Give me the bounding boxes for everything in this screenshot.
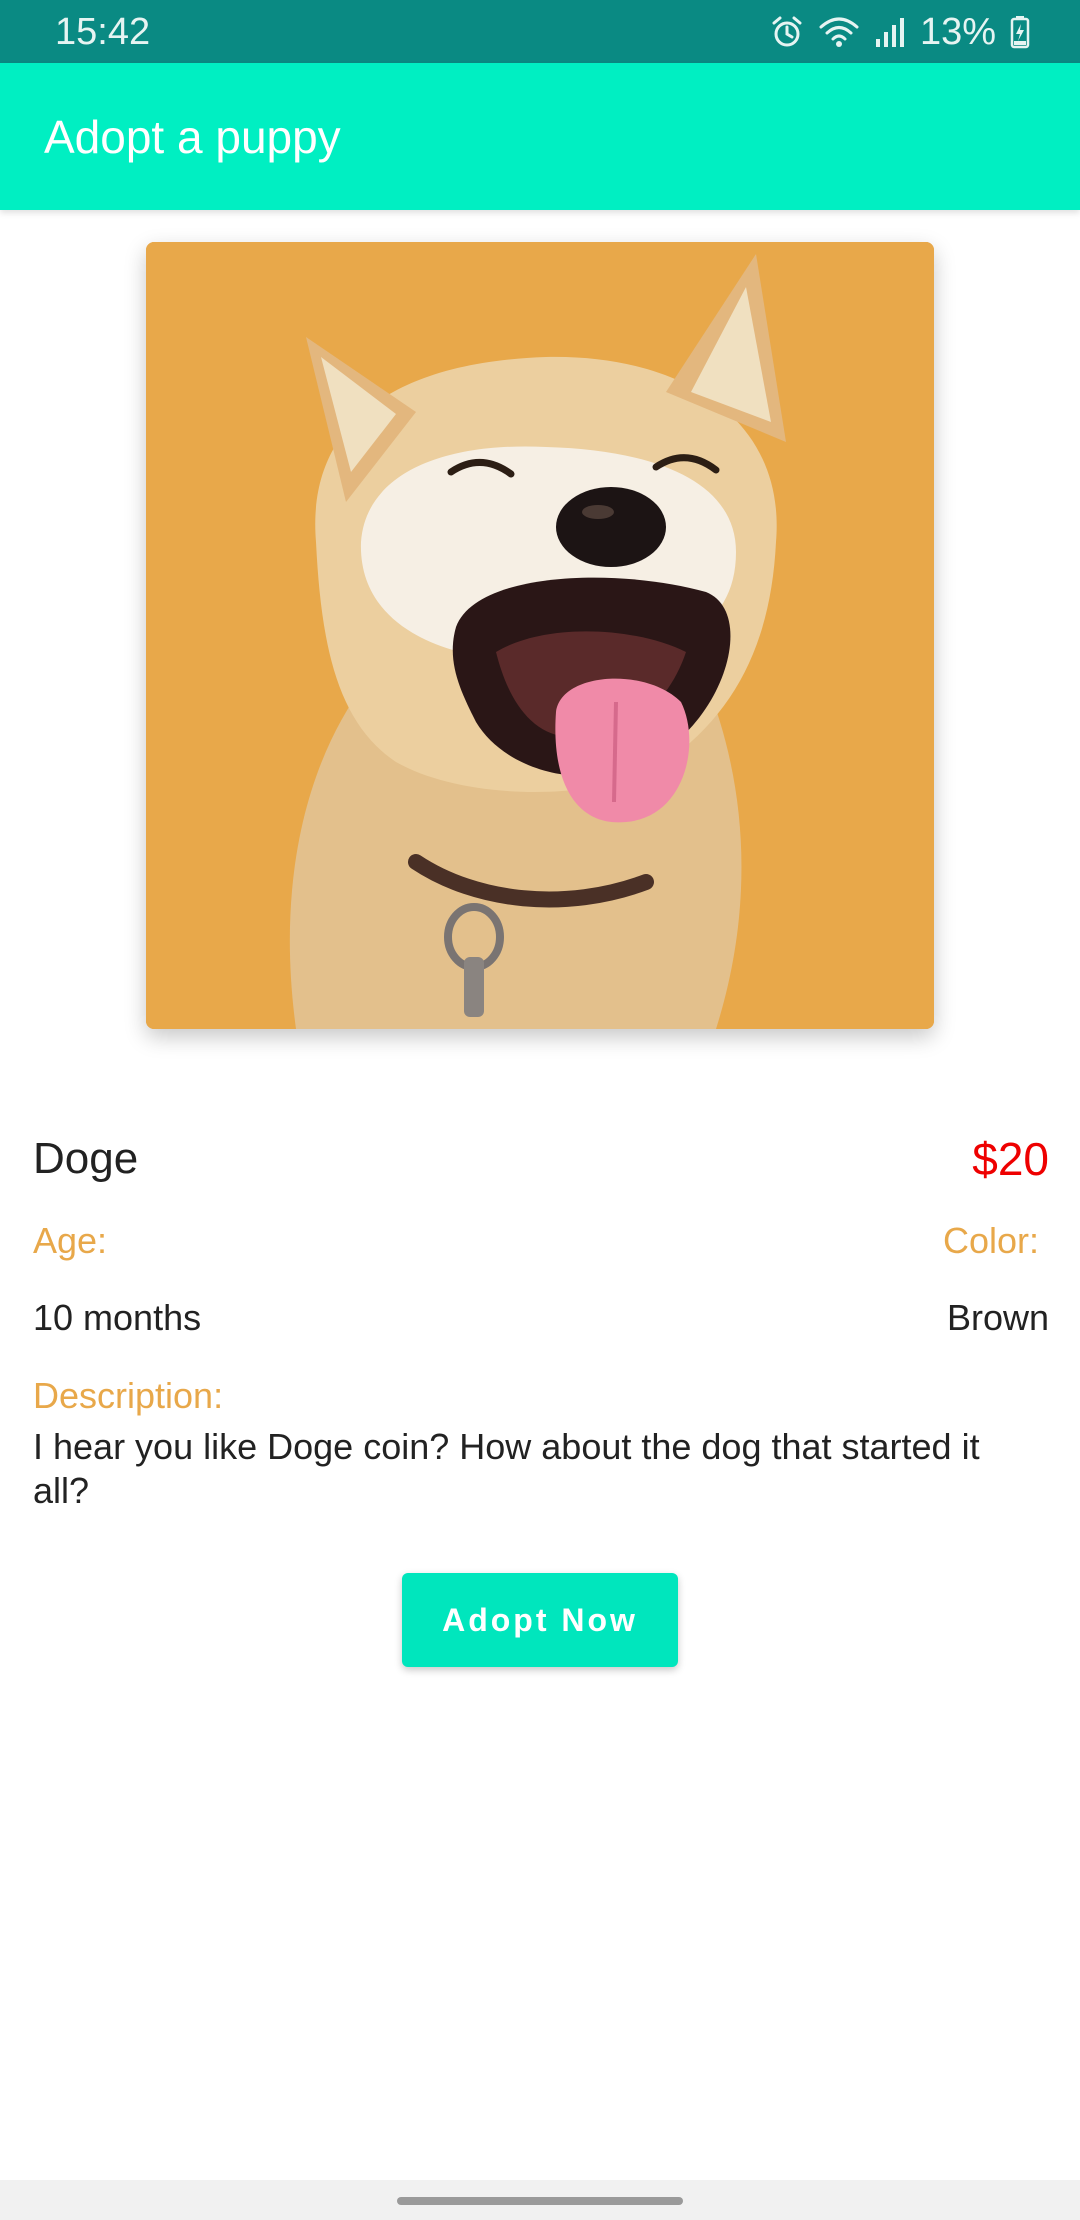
color-label: Color: [942, 1220, 1039, 1261]
age-value: 10 months [33, 1297, 202, 1338]
pet-price: $20 [972, 1133, 1049, 1185]
status-icons: 13% [770, 10, 1030, 54]
wifi-icon [818, 15, 860, 49]
status-time: 15:42 [55, 11, 151, 53]
battery-icon [1010, 15, 1030, 49]
home-indicator[interactable] [397, 2197, 683, 2205]
description-text: I hear you like Doge coin? How about the… [33, 1426, 980, 1511]
pet-name: Doge [33, 1134, 139, 1183]
status-bar: 15:42 13% [0, 0, 1080, 63]
signal-icon [874, 15, 906, 49]
alarm-icon [770, 15, 804, 49]
app-title: Adopt a puppy [44, 111, 341, 163]
app-bar: Adopt a puppy [0, 63, 1080, 210]
battery-percentage: 13% [919, 11, 996, 53]
age-label: Age: [33, 1220, 108, 1261]
navigation-bar [0, 2180, 1080, 2220]
dog-photo [146, 242, 934, 1029]
adopt-now-button[interactable]: Adopt Now [402, 1573, 678, 1667]
color-value: Brown [946, 1297, 1049, 1338]
description-label: Description: [33, 1375, 224, 1416]
